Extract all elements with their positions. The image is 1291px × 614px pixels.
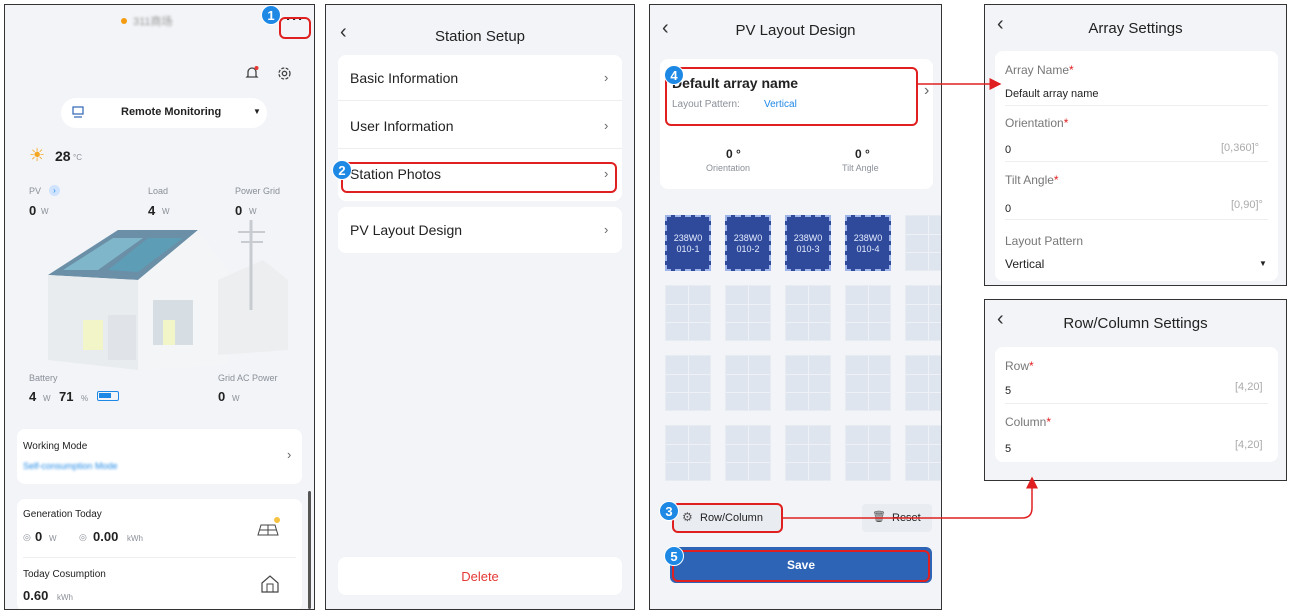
- connector-arrows: [782, 78, 1038, 519]
- step-badge-2: 2: [332, 160, 352, 180]
- arrow-rowcol-to-settings: [782, 476, 1038, 519]
- step-badge-4: 4: [664, 65, 684, 85]
- step-badge-5: 5: [664, 546, 684, 566]
- step-badge-3: 3: [659, 501, 679, 521]
- step-badge-1: 1: [261, 5, 281, 25]
